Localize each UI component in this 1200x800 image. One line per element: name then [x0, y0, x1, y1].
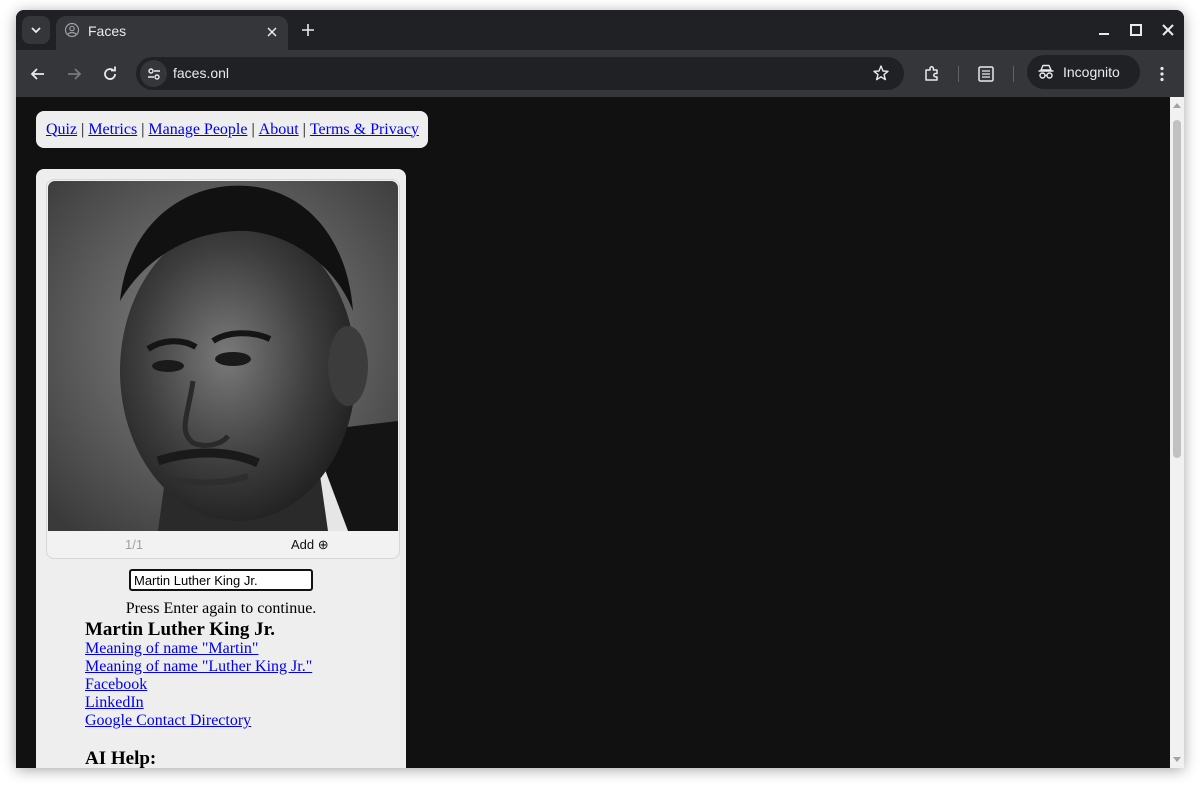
nav-separator: | [81, 120, 85, 138]
scroll-up-arrow-icon[interactable] [1173, 103, 1181, 108]
nav-link-metrics[interactable]: Metrics [88, 121, 137, 139]
maximize-icon[interactable] [1128, 22, 1144, 38]
nav-link-quiz[interactable]: Quiz [46, 121, 77, 139]
tune-icon [147, 67, 160, 80]
name-meaning-first-link[interactable]: Meaning of name "Martin" [85, 640, 312, 658]
browser-toolbar: faces.onl Incognito [16, 50, 1184, 97]
person-name-heading: Martin Luther King Jr. [85, 619, 276, 640]
continue-hint: Press Enter again to continue. [125, 600, 317, 617]
ai-help-heading: AI Help: [85, 748, 157, 768]
name-meaning-last-link[interactable]: Meaning of name "Luther King Jr." [85, 658, 312, 676]
portrait-image [48, 181, 398, 531]
bookmark-star-icon[interactable] [872, 64, 890, 82]
address-bar[interactable]: faces.onl [136, 57, 904, 90]
site-info-button[interactable] [140, 60, 167, 87]
extensions-puzzle-icon[interactable] [922, 64, 942, 84]
facebook-link[interactable]: Facebook [85, 676, 312, 694]
incognito-icon [1038, 64, 1054, 79]
person-links: Meaning of name "Martin" Meaning of name… [85, 640, 312, 730]
browser-window: Faces faces.onl Incognito Quiz | Metrics… [16, 10, 1184, 768]
toolbar-divider [1013, 66, 1014, 82]
nav-link-terms-privacy[interactable]: Terms & Privacy [310, 121, 419, 139]
incognito-favicon-icon [64, 22, 80, 38]
person-photo [48, 181, 398, 531]
tab-title: Faces [88, 23, 127, 39]
name-input[interactable] [129, 569, 313, 591]
photo-controls: 1/1 Add ⊕ [47, 532, 399, 558]
site-nav: Quiz | Metrics | Manage People | About |… [36, 111, 428, 148]
new-tab-icon[interactable] [298, 20, 318, 40]
nav-separator: | [302, 120, 306, 138]
person-card: 1/1 Add ⊕ Press Enter again to continue.… [36, 169, 406, 768]
nav-separator: | [251, 120, 255, 138]
photo-carousel: 1/1 Add ⊕ [46, 179, 400, 559]
toolbar-divider [958, 66, 959, 82]
tab-faces[interactable]: Faces [56, 16, 288, 50]
tab-strip: Faces [16, 10, 1184, 50]
close-window-icon[interactable] [1160, 22, 1176, 38]
minimize-icon[interactable] [1096, 22, 1112, 38]
incognito-label: Incognito [1063, 64, 1120, 80]
page-viewport: Quiz | Metrics | Manage People | About |… [16, 97, 1170, 768]
incognito-profile-button[interactable]: Incognito [1027, 55, 1140, 89]
google-contact-directory-link[interactable]: Google Contact Directory [85, 712, 312, 730]
reload-icon[interactable] [100, 64, 120, 84]
nav-link-about[interactable]: About [259, 121, 299, 139]
url-text[interactable]: faces.onl [173, 65, 229, 81]
chevron-down-icon [31, 27, 41, 34]
scrollbar-thumb[interactable] [1173, 120, 1181, 458]
add-photo-button[interactable]: Add ⊕ [291, 537, 329, 553]
linkedin-link[interactable]: LinkedIn [85, 694, 312, 712]
nav-link-manage-people[interactable]: Manage People [148, 121, 247, 139]
back-arrow-icon[interactable] [28, 64, 48, 84]
photo-counter: 1/1 [125, 537, 144, 552]
reading-list-icon[interactable] [976, 64, 996, 84]
nav-separator: | [141, 120, 145, 138]
scroll-down-arrow-icon[interactable] [1173, 757, 1181, 762]
tab-search-button[interactable] [22, 16, 50, 44]
more-menu-icon[interactable] [1152, 64, 1172, 84]
forward-arrow-icon[interactable] [64, 64, 84, 84]
close-tab-icon[interactable] [264, 24, 280, 40]
page-scrollbar[interactable] [1170, 97, 1184, 768]
